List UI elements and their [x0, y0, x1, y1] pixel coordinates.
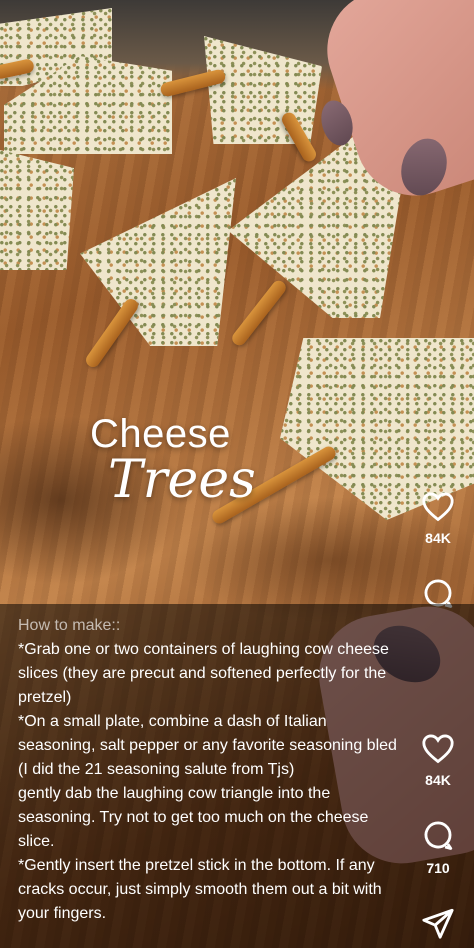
cheese-wedge [0, 150, 74, 270]
comment-icon [424, 821, 453, 850]
like-button[interactable]: 84K [408, 732, 468, 788]
like-button-upper[interactable]: 84K [408, 490, 468, 546]
caption-step: gently dab the laughing cow triangle int… [18, 785, 369, 850]
comment-count: 710 [426, 860, 450, 876]
cheese-wedge [80, 178, 236, 346]
caption-heading: How to make:: [18, 617, 121, 634]
like-count: 84K [425, 772, 451, 788]
heart-icon [422, 734, 454, 764]
heart-icon [422, 492, 454, 522]
caption-step: *Gently insert the pretzel stick in the … [18, 857, 382, 922]
pretzel-stick [229, 277, 289, 349]
pretzel-stick [83, 296, 141, 370]
caption[interactable]: How to make:: *Grab one or two container… [18, 614, 408, 926]
caption-step: *Grab one or two containers of laughing … [18, 641, 389, 706]
like-count-upper: 84K [425, 530, 451, 546]
comment-button[interactable]: 710 [408, 818, 468, 876]
video-title-line2: Trees [108, 450, 256, 510]
share-button[interactable] [408, 906, 468, 940]
caption-step: *On a small plate, combine a dash of Ita… [18, 713, 397, 778]
share-icon [422, 908, 454, 939]
